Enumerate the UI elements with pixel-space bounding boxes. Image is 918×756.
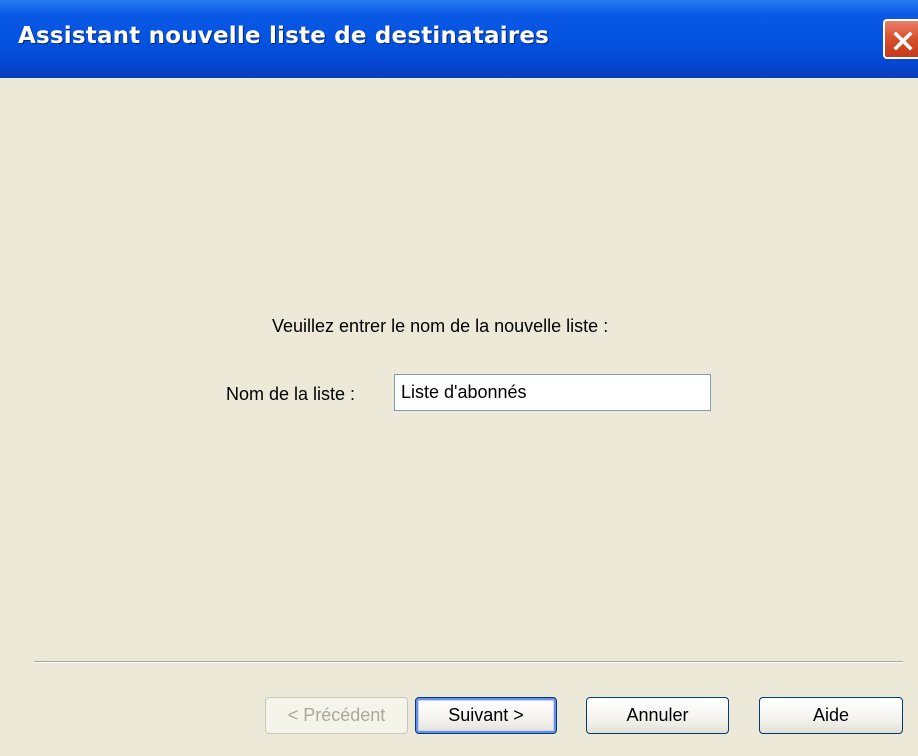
window-title: Assistant nouvelle liste de destinataire…	[18, 23, 550, 49]
close-button[interactable]	[883, 19, 918, 59]
footer-separator	[34, 661, 903, 663]
cancel-button[interactable]: Annuler	[586, 697, 729, 734]
previous-button[interactable]: < Précédent	[265, 697, 408, 734]
help-button[interactable]: Aide	[759, 697, 903, 734]
instruction-text: Veuillez entrer le nom de la nouvelle li…	[272, 316, 609, 336]
title-bar[interactable]: Assistant nouvelle liste de destinataire…	[0, 0, 918, 78]
close-x-icon	[893, 31, 913, 51]
list-name-label: Nom de la liste :	[226, 384, 356, 404]
next-button[interactable]: Suivant >	[415, 697, 557, 734]
list-name-input[interactable]	[394, 374, 711, 411]
